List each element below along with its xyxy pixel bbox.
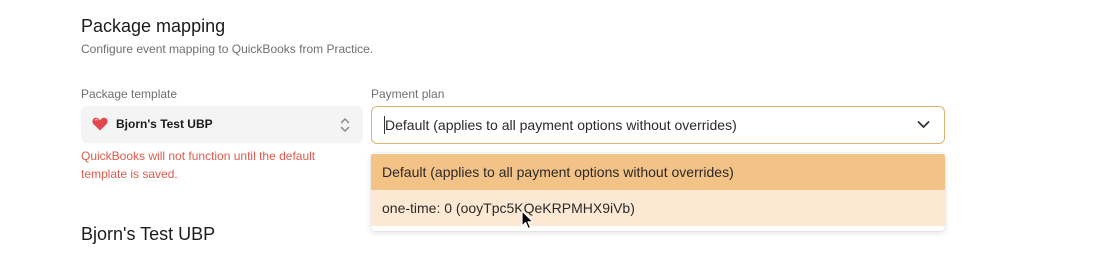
subsection-title: Bjorn's Test UBP [81,224,216,244]
chevron-down-icon[interactable] [917,120,930,129]
payment-plan-label: Payment plan [371,87,445,101]
template-error-message: QuickBooks will not function until the d… [81,149,316,181]
mouse-pointer-icon [521,210,534,230]
payment-plan-dropdown: Default (applies to all payment options … [371,153,945,231]
section-subtitle: Configure event mapping to QuickBooks fr… [81,42,374,56]
package-template-select[interactable]: Bjorn's Test UBP [81,106,363,143]
package-template-label: Package template [81,87,178,101]
package-mapping-page: Package mapping Configure event mapping … [0,0,1097,269]
payment-plan-value: Default (applies to all payment options … [385,117,737,133]
payment-plan-select[interactable]: Default (applies to all payment options … [371,106,945,144]
section-title: Package mapping [81,16,226,36]
updown-chevron-icon [340,118,350,132]
heart-icon [92,117,108,131]
payment-plan-option[interactable]: one-time: 0 (ooyTpc5KQeKRPMHX9iVb) [371,190,945,226]
package-template-value: Bjorn's Test UBP [116,117,213,131]
payment-plan-option[interactable]: Default (applies to all payment options … [371,154,945,190]
